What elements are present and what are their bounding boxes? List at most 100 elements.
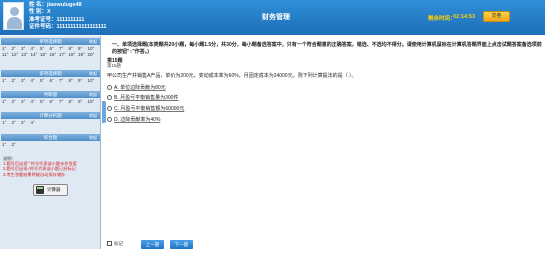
calculator-button[interactable]: 计算器 [33, 184, 68, 196]
question-number-link[interactable]: 7° [59, 99, 69, 105]
question-number-link[interactable]: 20° [88, 52, 98, 58]
single-question-grid: 1° 2° 3° 4° 5° 6° 7° 8° 9° 10° 11° 12° 13° 14° 15° 16° 1… [1, 46, 100, 59]
radio-button[interactable] [107, 117, 112, 123]
question-number-link[interactable]: 4° [31, 78, 41, 84]
section-title-single: 单项选择题 [39, 39, 62, 44]
question-number-link[interactable]: 6° [50, 99, 60, 105]
question-number-row: 11° 12° 13° 14° 15° 16° 17° 18° 19° 20° [2, 52, 100, 58]
gender-label: 性 别： [29, 9, 48, 16]
question-number-link[interactable]: 2° [12, 120, 22, 126]
radio-button[interactable] [107, 95, 112, 101]
section-header-judge[interactable]: 判断题 收起 [1, 91, 100, 98]
option-b[interactable]: B. 月盈亏平衡销售量为300件 [107, 94, 178, 101]
option-c[interactable]: C. 月盈亏平衡销售额为60000元 [107, 105, 184, 112]
section-title-multi: 多项选择题 [39, 71, 62, 76]
question-area: 一、单项选择题(本类题共20小题，每小题1.5分，共30分，每小题备选答案中，只… [107, 36, 545, 253]
collapse-toggle[interactable]: 收起 [89, 38, 97, 45]
calculator-icon [36, 186, 44, 194]
question-number-link[interactable]: 9° [78, 99, 88, 105]
collapse-toggle[interactable]: 收起 [89, 134, 97, 141]
question-number-link[interactable]: 4° [31, 99, 41, 105]
calc-question-grid: 1° 2° 3° 4° [1, 120, 100, 126]
timer-value: 02:14:53 [453, 14, 476, 20]
question-number-link[interactable]: 1° [2, 99, 12, 105]
section-header-multi[interactable]: 多项选择题 收起 [1, 70, 100, 77]
sidebar-collapse-handle[interactable] [102, 101, 106, 123]
option-label: B. 月盈亏平衡销售量为300件 [114, 95, 179, 101]
question-number-link[interactable]: 2° [12, 142, 22, 148]
name-value: jiaowuluge48 [47, 2, 82, 8]
question-number-link[interactable]: 17° [59, 52, 69, 58]
question-number-link[interactable]: 1° [2, 142, 12, 148]
timer-label: 剩余时间： [428, 16, 456, 22]
question-navigator: 单项选择题 收起 1° 2° 3° 4° 5° 6° 7° 8° 9° 10° 11° 12° 13° 1… [0, 36, 101, 249]
question-number-link[interactable]: 3° [21, 78, 31, 84]
prev-question-button[interactable]: 上一题 [141, 240, 164, 249]
section-title-judge: 判断题 [43, 92, 58, 97]
legend-notes: 说明： 1.题号后出现°°符号代表该小题未作答案 2.题号后出现√符号代表该小题… [3, 156, 99, 177]
question-number-link[interactable]: 13° [21, 52, 31, 58]
option-label: A. 单位边际贡献为80元 [114, 85, 166, 91]
question-number-link[interactable]: 14° [31, 52, 41, 58]
avatar-body-shape [7, 17, 22, 29]
question-stem: 甲公司生产并销售A产品，单价为200元，变动成本率为60%，月固定成本为2400… [107, 73, 357, 79]
gender-value: X [47, 9, 51, 16]
radio-button[interactable] [107, 106, 112, 112]
question-number-link[interactable]: 6° [50, 78, 60, 84]
question-number-link[interactable]: 16° [50, 52, 60, 58]
option-d[interactable]: D. 边际贡献率为40% [107, 116, 160, 123]
section-instructions: 一、单项选择题(本类题共20小题，每小题1.5分，共30分，每小题备选答案中，只… [112, 42, 542, 55]
question-number-link[interactable]: 8° [69, 78, 79, 84]
option-a[interactable]: A. 单位边际贡献为80元 [107, 84, 166, 91]
id-row: 证件号码：111111111111111111 [29, 24, 106, 31]
next-question-button[interactable]: 下一题 [170, 240, 193, 249]
question-number-link[interactable]: 3° [21, 99, 31, 105]
id-value: 111111111111111111 [56, 23, 107, 30]
avatar-head-shape [10, 7, 19, 16]
comp-question-grid: 1° 2° [1, 142, 100, 148]
section-header-comp[interactable]: 综合题 收起 [1, 134, 100, 141]
question-number-link[interactable]: 2° [12, 99, 22, 105]
question-number-link[interactable]: 8° [69, 99, 79, 105]
mark-checkbox[interactable]: 标记 [107, 241, 123, 247]
ticket-label: 准考证号： [29, 16, 57, 23]
question-number-link[interactable]: 18° [69, 52, 79, 58]
question-number-link[interactable]: 1° [2, 78, 12, 84]
section-header-calc[interactable]: 计算分析题 收起 [1, 112, 100, 119]
section-header-single[interactable]: 单项选择题 收起 [1, 38, 100, 45]
question-number-link[interactable]: 11° [2, 52, 12, 58]
question-number-link[interactable]: 15° [40, 52, 50, 58]
collapse-toggle[interactable]: 收起 [89, 112, 97, 119]
calculator-label: 计算器 [47, 187, 61, 192]
page-title: 财务管理 [262, 14, 290, 21]
section-title-calc: 计算分析题 [39, 113, 62, 118]
question-number-row: 1° 2° [2, 142, 100, 148]
question-number-row: 1° 2° 3° 4° 5° 6° 7° 8° 9° 10° [2, 78, 100, 84]
checkbox-box[interactable] [107, 241, 112, 247]
mark-label: 标记 [114, 241, 123, 246]
ticket-value: 1111111111 [56, 16, 85, 23]
question-number-link[interactable]: 7° [59, 78, 69, 84]
question-number-link[interactable]: 3° [21, 120, 31, 126]
question-number-link[interactable]: 12° [12, 52, 22, 58]
submit-button[interactable]: 交卷 [483, 11, 510, 22]
question-number-link[interactable]: 5° [40, 99, 50, 105]
question-number-link[interactable]: 2° [12, 78, 22, 84]
id-label: 证件号码： [29, 23, 57, 30]
top-header: 姓 名：jiaowuluge48 性 别：X 准考证号：1111111111 证… [0, 0, 545, 35]
collapse-toggle[interactable]: 收起 [89, 91, 97, 98]
question-number-link[interactable]: 10° [88, 78, 98, 84]
question-number-link[interactable]: 5° [40, 78, 50, 84]
radio-button[interactable] [107, 85, 112, 91]
avatar [3, 2, 24, 30]
question-number-link[interactable]: 9° [78, 78, 88, 84]
question-number-link[interactable]: 1° [2, 120, 12, 126]
question-number-row: 1° 2° 3° 4° [2, 120, 100, 126]
option-label: D. 边际贡献率为40% [114, 117, 161, 123]
option-label: C. 月盈亏平衡销售额为60000元 [114, 106, 185, 112]
question-number-link[interactable]: 19° [78, 52, 88, 58]
question-number-link[interactable]: 4° [31, 120, 41, 126]
section-title-comp: 综合题 [43, 135, 58, 140]
question-number-link[interactable]: 10° [88, 99, 98, 105]
collapse-toggle[interactable]: 收起 [89, 70, 97, 77]
